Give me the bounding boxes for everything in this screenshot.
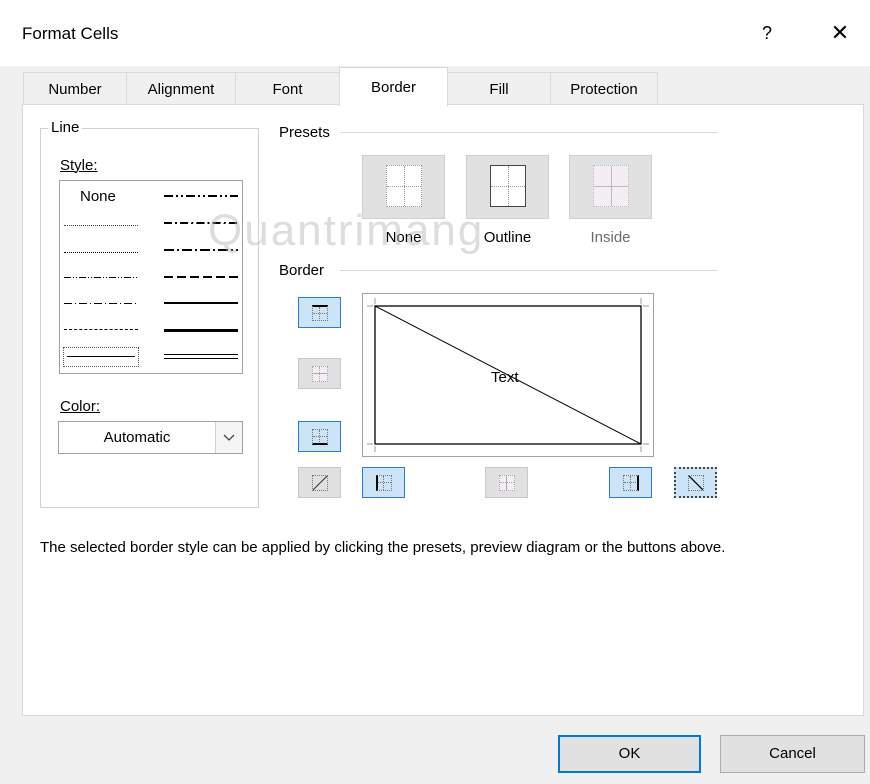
right-border-icon xyxy=(623,475,639,491)
tab-number[interactable]: Number xyxy=(23,72,127,104)
preview-text: Text xyxy=(491,369,519,386)
cancel-button[interactable]: Cancel xyxy=(720,735,865,773)
preset-inside-button[interactable] xyxy=(569,155,652,219)
title-bar: Format Cells ? ✕ xyxy=(0,0,870,66)
diagonal-down-border-button[interactable] xyxy=(674,467,717,498)
left-border-icon xyxy=(376,475,392,491)
inside-horizontal-border-icon xyxy=(312,366,328,382)
border-separator xyxy=(340,270,718,271)
line-group-label: Line xyxy=(48,119,83,136)
border-preview[interactable]: Text xyxy=(362,293,654,457)
line-style-dashed[interactable] xyxy=(64,329,138,330)
border-group-label: Border xyxy=(276,262,328,279)
preset-inside-icon xyxy=(593,165,629,207)
chevron-down-icon[interactable] xyxy=(215,422,242,453)
line-style-dash-dot-dot[interactable] xyxy=(64,277,138,278)
top-border-icon xyxy=(312,305,328,321)
close-button[interactable]: ✕ xyxy=(822,18,858,48)
color-label: Color: xyxy=(60,398,101,415)
help-button[interactable]: ? xyxy=(752,18,782,48)
line-style-medium[interactable] xyxy=(164,302,238,304)
line-style-hair[interactable] xyxy=(64,225,138,226)
top-border-button[interactable] xyxy=(298,297,341,328)
line-style-dotted[interactable] xyxy=(64,252,138,253)
preset-inside-label: Inside xyxy=(590,229,631,246)
line-style-dash-dot[interactable] xyxy=(64,303,138,304)
ok-button[interactable]: OK xyxy=(558,735,701,773)
description-text: The selected border style can be applied… xyxy=(40,539,726,556)
bottom-border-button[interactable] xyxy=(298,421,341,452)
dialog-title: Format Cells xyxy=(22,24,119,43)
left-border-button[interactable] xyxy=(362,467,405,498)
line-style-thick[interactable] xyxy=(164,329,238,332)
tab-protection[interactable]: Protection xyxy=(550,72,658,104)
line-style-thin-selected[interactable] xyxy=(63,347,139,367)
bottom-border-icon xyxy=(312,429,328,445)
inside-horizontal-border-button[interactable] xyxy=(298,358,341,389)
color-dropdown[interactable]: Automatic xyxy=(58,421,243,454)
preset-none-icon xyxy=(386,165,422,207)
tab-fill[interactable]: Fill xyxy=(447,72,551,104)
tab-font[interactable]: Font xyxy=(235,72,340,104)
diagonal-up-border-icon xyxy=(312,475,328,491)
color-value: Automatic xyxy=(103,429,171,446)
line-style-none[interactable]: None xyxy=(80,188,116,205)
line-style-double[interactable] xyxy=(164,354,238,359)
presets-separator xyxy=(340,132,718,133)
presets-group-label: Presets xyxy=(276,124,333,141)
diagonal-up-border-button[interactable] xyxy=(298,467,341,498)
inside-vertical-border-button[interactable] xyxy=(485,467,528,498)
right-border-button[interactable] xyxy=(609,467,652,498)
tab-border[interactable]: Border xyxy=(339,67,448,106)
line-style-medium-dash-dot-dot[interactable] xyxy=(164,195,238,197)
preset-outline-icon xyxy=(490,165,526,207)
watermark-logo: Quantrimang xyxy=(208,206,485,255)
style-label: Style: xyxy=(60,157,98,174)
tab-alignment[interactable]: Alignment xyxy=(126,72,236,104)
diagonal-down-border-icon xyxy=(688,475,704,491)
inside-vertical-border-icon xyxy=(499,475,515,491)
line-style-medium-dashed[interactable] xyxy=(164,276,238,278)
